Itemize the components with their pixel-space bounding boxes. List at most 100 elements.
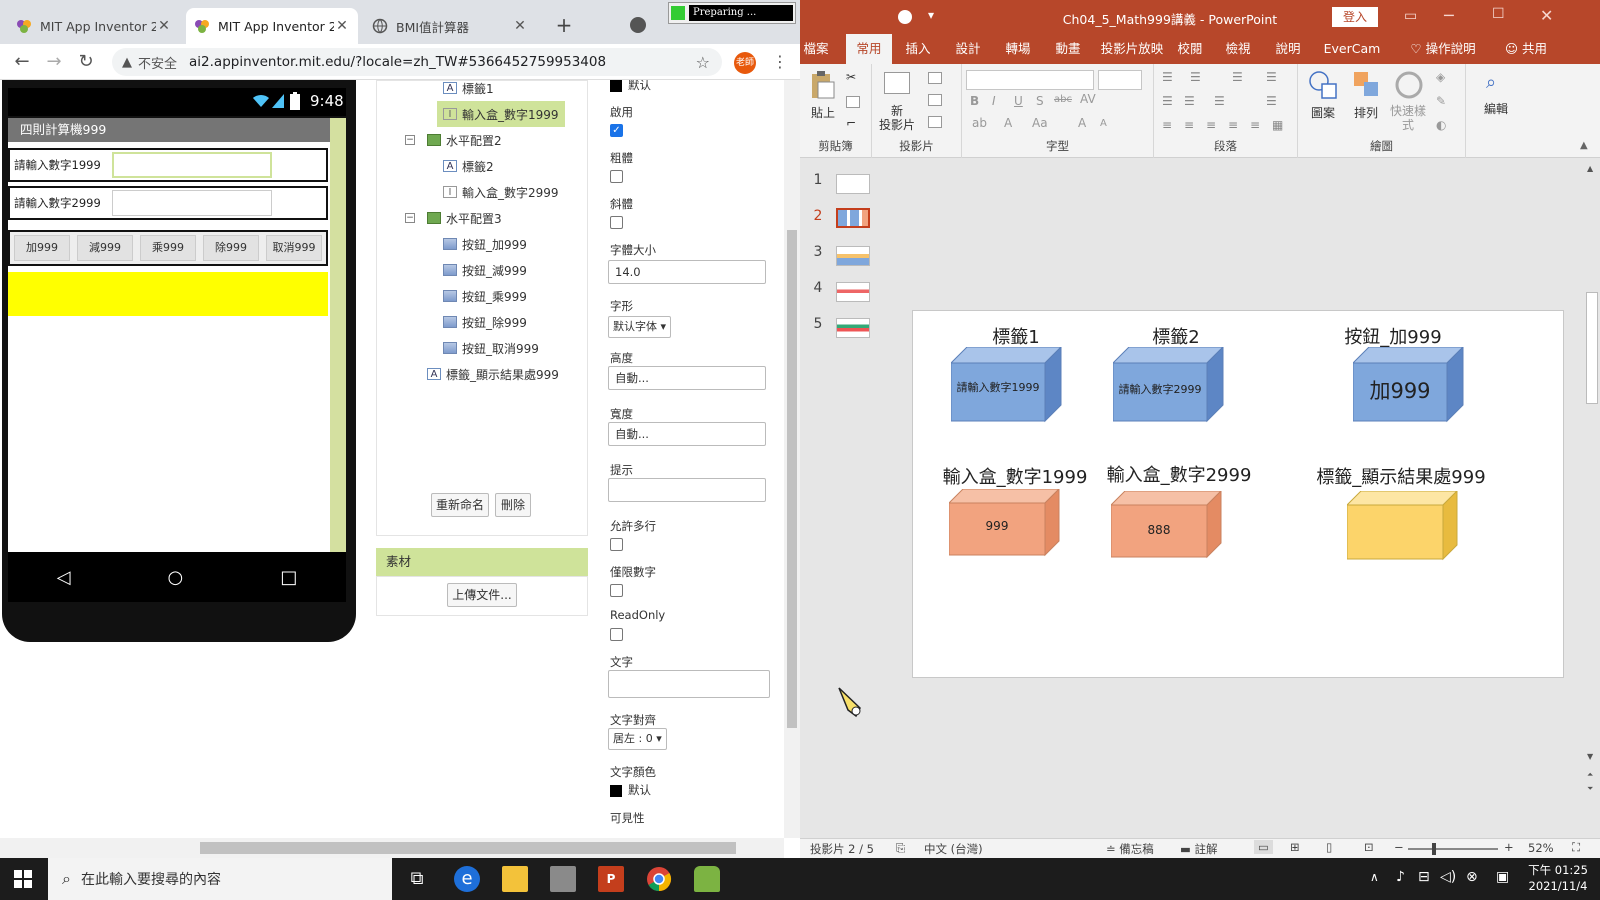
ribbon-options-icon[interactable]: ▭: [1404, 8, 1417, 24]
smartart-icon[interactable]: ▦: [1272, 118, 1283, 132]
slide-thumbnail-4[interactable]: [836, 282, 870, 302]
new-slide-label[interactable]: 新 投影片: [872, 104, 922, 132]
profile-avatar[interactable]: 老師: [734, 52, 756, 74]
hint-input[interactable]: [608, 478, 766, 502]
align-dropdown[interactable]: 居左 : 0 ▾: [608, 728, 667, 750]
textbox-1999[interactable]: [112, 152, 272, 178]
shapes-icon[interactable]: [1308, 70, 1338, 100]
upload-file-button[interactable]: 上傳文件...: [447, 583, 517, 607]
slide-vertical-scrollbar[interactable]: ▲ ▼ ⏶ ⏷: [1584, 158, 1600, 838]
font-size-box[interactable]: [1098, 70, 1142, 90]
address-bar[interactable]: ▲ 不安全 ai2.appinventor.mit.edu/?locale=zh…: [112, 48, 722, 76]
rename-button[interactable]: 重新命名: [431, 493, 489, 517]
char-spacing-icon[interactable]: AV: [1080, 92, 1096, 106]
underline-icon[interactable]: U: [1014, 94, 1023, 108]
android-app-icon[interactable]: [694, 866, 720, 892]
button-divide[interactable]: 除999: [203, 235, 259, 261]
autosave-icon[interactable]: [898, 10, 912, 24]
tree-node-textbox1999[interactable]: I 輸入盒_數字1999: [437, 101, 565, 127]
maximize-icon[interactable]: ☐: [1492, 6, 1505, 22]
next-slide-icon[interactable]: ⏷: [1587, 784, 1593, 794]
font-color-icon[interactable]: A: [1004, 116, 1012, 130]
align-text-icon[interactable]: ☰: [1266, 94, 1277, 108]
tree-node-label2[interactable]: A 標籤2: [443, 153, 494, 179]
cut-icon[interactable]: ✂: [846, 70, 856, 84]
tab-home[interactable]: 常用: [846, 34, 892, 64]
width-input[interactable]: 自動...: [608, 422, 766, 446]
new-slide-icon[interactable]: [884, 72, 910, 94]
caption-button-add[interactable]: 按鈕_加999: [1313, 323, 1473, 349]
tab-insert[interactable]: 插入: [900, 34, 936, 64]
strikethrough-icon[interactable]: abc: [1054, 94, 1072, 105]
slide-scroll-thumb[interactable]: [1586, 292, 1598, 404]
tab-file[interactable]: 檔案: [800, 34, 832, 64]
shape-outline-icon[interactable]: ✎: [1436, 94, 1446, 108]
taskbar-search[interactable]: ⌕ 在此輸入要搜尋的內容: [48, 858, 392, 900]
zoom-in-icon[interactable]: +: [1504, 840, 1514, 854]
taskbar-clock[interactable]: 下午 01:25 2021/11/4: [1520, 862, 1596, 894]
layout-icon[interactable]: [928, 72, 942, 84]
windows-start-icon[interactable]: [14, 870, 32, 888]
fontsize-input[interactable]: 14.0: [608, 260, 766, 284]
paste-label[interactable]: 貼上: [806, 104, 840, 121]
back-arrow-icon[interactable]: ←: [12, 52, 32, 72]
slide-thumbnail-1[interactable]: [836, 174, 870, 194]
fontface-dropdown[interactable]: 默认字体 ▾: [608, 316, 672, 338]
forward-arrow-icon[interactable]: →: [44, 52, 64, 72]
caption-textbox2999[interactable]: 輸入盒_數字2999: [1091, 461, 1267, 487]
paste-icon[interactable]: [810, 70, 836, 100]
tab-view[interactable]: 檢視: [1220, 34, 1256, 64]
section-icon[interactable]: [928, 116, 942, 128]
tree-node-textbox2999[interactable]: I 輸入盒_數字2999: [443, 179, 559, 205]
line-spacing-icon[interactable]: ☰: [1232, 70, 1243, 84]
align-left-icon[interactable]: ≡: [1162, 118, 1172, 132]
tree-node-button-add[interactable]: 按鈕_加999: [443, 231, 527, 257]
bgcolor-value[interactable]: 默认: [610, 80, 651, 93]
tree-node-result-label[interactable]: A 標籤_顯示結果處999: [427, 361, 559, 387]
close-tab-icon[interactable]: ✕: [156, 18, 172, 34]
delete-button[interactable]: 刪除: [495, 493, 531, 517]
horizontal-arrangement-1[interactable]: 請輸入數字1999: [8, 148, 328, 182]
multiline-checkbox[interactable]: [610, 538, 623, 551]
slide-thumbnail-3[interactable]: [836, 246, 870, 266]
shapes-label[interactable]: 圖案: [1306, 104, 1340, 121]
decrease-indent-icon[interactable]: ☰: [1162, 94, 1173, 108]
new-tab-button[interactable]: +: [552, 14, 576, 38]
prev-slide-icon[interactable]: ⏶: [1587, 770, 1593, 780]
minimize-icon[interactable]: ─: [1444, 6, 1454, 25]
font-name-box[interactable]: [966, 70, 1094, 90]
align-center-icon[interactable]: ≡: [1184, 118, 1194, 132]
tab-evercam[interactable]: EverCam: [1320, 34, 1384, 64]
back-triangle-icon[interactable]: ◁: [57, 567, 71, 588]
browser-tab-1[interactable]: MIT App Inventor 2 ✕: [8, 8, 180, 44]
justify-icon[interactable]: ≡: [1228, 118, 1238, 132]
comments-button[interactable]: ▬ 註解: [1180, 841, 1218, 857]
slide-canvas[interactable]: 標籤1 標籤2 按鈕_加999 輸入盒_數字1999 輸入盒_數字2999 標籤…: [912, 310, 1564, 678]
powerpoint-app-icon[interactable]: P: [598, 866, 624, 892]
chrome-app-icon[interactable]: [646, 866, 672, 892]
shrink-font-icon[interactable]: A: [1100, 118, 1107, 129]
numbering-icon[interactable]: ☰: [1190, 70, 1201, 84]
vertical-scroll-thumb[interactable]: [787, 230, 797, 728]
zoom-level[interactable]: 52%: [1528, 841, 1554, 855]
close-window-icon[interactable]: ✕: [1540, 6, 1553, 25]
scroll-up-icon[interactable]: ▲: [1587, 164, 1593, 173]
tree-node-button-multiply[interactable]: 按鈕_乘999: [443, 283, 527, 309]
editing-label[interactable]: 編輯: [1474, 100, 1518, 117]
horizontal-arrangement-2[interactable]: 請輸入數字2999: [8, 186, 328, 220]
textbox-2999[interactable]: [112, 190, 272, 216]
scroll-down-icon[interactable]: ▼: [1587, 752, 1593, 761]
find-icon[interactable]: ⌕: [1486, 72, 1496, 93]
enabled-checkbox[interactable]: ✓: [610, 124, 623, 137]
quick-styles-label[interactable]: 快速樣 式: [1388, 104, 1428, 132]
numbers-only-checkbox[interactable]: [610, 584, 623, 597]
quick-access-icon[interactable]: ▾: [928, 8, 934, 22]
task-view-icon[interactable]: ⧉: [404, 866, 430, 892]
increase-indent-icon[interactable]: ☰: [1184, 94, 1195, 108]
shape-fill-icon[interactable]: ◈: [1436, 70, 1445, 84]
home-circle-icon[interactable]: ○: [168, 567, 184, 588]
fit-slide-icon[interactable]: ⛶: [1572, 840, 1580, 855]
shadow-icon[interactable]: S: [1036, 94, 1044, 108]
microphone-icon[interactable]: ♪: [1396, 869, 1405, 885]
format-painter-icon[interactable]: ⌐: [846, 116, 856, 130]
